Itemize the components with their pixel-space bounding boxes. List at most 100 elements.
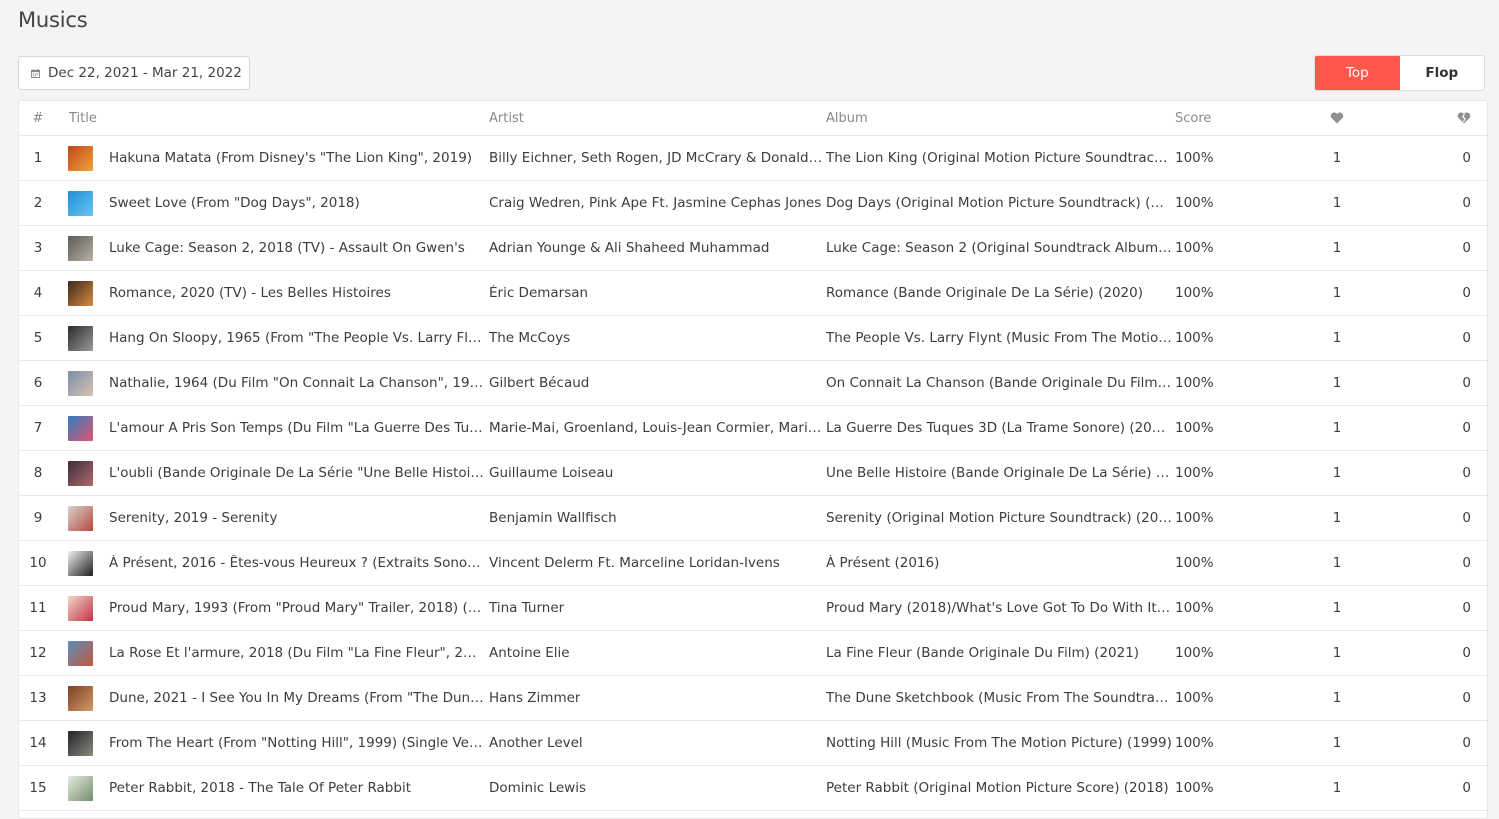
- row-number: 2: [33, 195, 43, 211]
- album-thumbnail: [68, 136, 94, 180]
- table-row[interactable]: 1 Hakuna Matata (From Disney's "The Lion …: [19, 136, 1487, 181]
- album-thumbnail: [68, 586, 94, 630]
- track-dislikes: 0: [1462, 690, 1471, 706]
- track-artist: Vincent Delerm Ft. Marceline Loridan-Ive…: [489, 555, 780, 571]
- track-artist: The McCoys: [489, 330, 571, 346]
- track-score: 100%: [1175, 465, 1214, 481]
- broken-heart-icon: [1457, 112, 1471, 124]
- track-dislikes: 0: [1462, 465, 1471, 481]
- track-dislikes: 0: [1462, 735, 1471, 751]
- flop-button[interactable]: Flop: [1400, 56, 1485, 90]
- track-artist: Gilbert Bécaud: [489, 375, 590, 391]
- track-album: On Connait La Chanson (Bande Originale D…: [826, 375, 1172, 391]
- header-likes[interactable]: [1309, 101, 1365, 135]
- table-row[interactable]: 6 Nathalie, 1964 (Du Film "On Connait La …: [19, 361, 1487, 406]
- track-title[interactable]: L'oubli (Bande Originale De La Série "Un…: [109, 451, 485, 495]
- track-title[interactable]: Sweet Love (From "Dog Days", 2018): [109, 181, 485, 225]
- row-number: 9: [33, 510, 43, 526]
- calendar-icon: [31, 68, 40, 78]
- track-score: 100%: [1175, 555, 1214, 571]
- table-row[interactable]: 3 Luke Cage: Season 2, 2018 (TV) - Assaul…: [19, 226, 1487, 271]
- row-number: 5: [33, 330, 43, 346]
- header-album[interactable]: Album: [826, 101, 1172, 135]
- track-likes: 1: [1332, 330, 1342, 346]
- album-thumbnail: [68, 361, 94, 405]
- track-artist: Another Level: [489, 735, 583, 751]
- track-title[interactable]: Luke Cage: Season 2, 2018 (TV) - Assault…: [109, 226, 485, 270]
- track-title[interactable]: Hang On Sloopy, 1965 (From "The People V…: [109, 316, 485, 360]
- header-artist[interactable]: Artist: [489, 101, 825, 135]
- track-title[interactable]: From The Heart (From "Notting Hill", 199…: [109, 721, 485, 765]
- album-thumbnail: [68, 541, 94, 585]
- track-score: 100%: [1175, 240, 1214, 256]
- track-score: 100%: [1175, 690, 1214, 706]
- top-flop-toggle: Top Flop: [1314, 55, 1485, 91]
- track-score: 100%: [1175, 645, 1214, 661]
- track-likes: 1: [1332, 420, 1342, 436]
- table-row[interactable]: 11 Proud Mary, 1993 (From "Proud Mary" Tr…: [19, 586, 1487, 631]
- table-row[interactable]: 7 L'amour A Pris Son Temps (Du Film "La G…: [19, 406, 1487, 451]
- track-album: The People Vs. Larry Flynt (Music From T…: [826, 330, 1172, 346]
- header-number[interactable]: #: [19, 101, 57, 135]
- header-title[interactable]: Title: [69, 101, 369, 135]
- row-number: 13: [29, 690, 47, 706]
- track-score: 100%: [1175, 510, 1214, 526]
- track-likes: 1: [1332, 735, 1342, 751]
- header-dislikes[interactable]: [1399, 101, 1471, 135]
- row-number: 11: [29, 600, 47, 616]
- album-thumbnail: [68, 721, 94, 765]
- track-album: Serenity (Original Motion Picture Soundt…: [826, 510, 1172, 526]
- table-row[interactable]: 5 Hang On Sloopy, 1965 (From "The People …: [19, 316, 1487, 361]
- table-row[interactable]: 10 À Présent, 2016 - Êtes-vous Heureux ? …: [19, 541, 1487, 586]
- track-artist: Hans Zimmer: [489, 690, 581, 706]
- row-number: 1: [33, 150, 43, 166]
- row-number: 14: [29, 735, 47, 751]
- track-score: 100%: [1175, 375, 1214, 391]
- track-artist: Dominic Lewis: [489, 780, 586, 796]
- track-title[interactable]: La Rose Et l'armure, 2018 (Du Film "La F…: [109, 631, 485, 675]
- track-score: 100%: [1175, 285, 1214, 301]
- date-range-picker[interactable]: Dec 22, 2021 - Mar 21, 2022: [18, 56, 250, 90]
- track-title[interactable]: À Présent, 2016 - Êtes-vous Heureux ? (E…: [109, 541, 485, 585]
- table-row[interactable]: 12 La Rose Et l'armure, 2018 (Du Film "La…: [19, 631, 1487, 676]
- track-title[interactable]: Serenity, 2019 - Serenity: [109, 496, 485, 540]
- row-number: 3: [33, 240, 43, 256]
- page-title: Musics: [18, 8, 88, 32]
- track-album: À Présent (2016): [826, 555, 940, 571]
- track-title[interactable]: Hakuna Matata (From Disney's "The Lion K…: [109, 136, 485, 180]
- track-dislikes: 0: [1462, 285, 1471, 301]
- track-likes: 1: [1332, 150, 1342, 166]
- track-score: 100%: [1175, 735, 1214, 751]
- track-score: 100%: [1175, 780, 1214, 796]
- album-thumbnail: [68, 766, 94, 810]
- header-score[interactable]: Score: [1175, 101, 1265, 135]
- table-row[interactable]: 4 Romance, 2020 (TV) - Les Belles Histoir…: [19, 271, 1487, 316]
- table-row[interactable]: 13 Dune, 2021 - I See You In My Dreams (F…: [19, 676, 1487, 721]
- track-likes: 1: [1332, 240, 1342, 256]
- track-dislikes: 0: [1462, 510, 1471, 526]
- table-row[interactable]: 8 L'oubli (Bande Originale De La Série "U…: [19, 451, 1487, 496]
- track-title[interactable]: L'amour A Pris Son Temps (Du Film "La Gu…: [109, 406, 485, 450]
- table-row[interactable]: 2 Sweet Love (From "Dog Days", 2018) Craig…: [19, 181, 1487, 226]
- track-title[interactable]: Proud Mary, 1993 (From "Proud Mary" Trai…: [109, 586, 485, 630]
- top-button[interactable]: Top: [1315, 56, 1400, 90]
- track-likes: 1: [1332, 465, 1342, 481]
- table-row[interactable]: 9 Serenity, 2019 - Serenity Benjamin Wallf…: [19, 496, 1487, 541]
- track-title[interactable]: Nathalie, 1964 (Du Film "On Connait La C…: [109, 361, 485, 405]
- track-artist: Adrian Younge & Ali Shaheed Muhammad: [489, 240, 770, 256]
- track-title[interactable]: Dune, 2021 - I See You In My Dreams (Fro…: [109, 676, 485, 720]
- track-title[interactable]: Peter Rabbit, 2018 - The Tale Of Peter R…: [109, 766, 485, 810]
- album-thumbnail: [68, 271, 94, 315]
- table-header: # Title Artist Album Score: [19, 101, 1487, 136]
- table-row[interactable]: 15 Peter Rabbit, 2018 - The Tale Of Peter…: [19, 766, 1487, 811]
- track-title[interactable]: Romance, 2020 (TV) - Les Belles Histoire…: [109, 271, 485, 315]
- track-dislikes: 0: [1462, 645, 1471, 661]
- track-album: La Guerre Des Tuques 3D (La Trame Sonore…: [826, 420, 1172, 436]
- track-album: Proud Mary (2018)/What's Love Got To Do …: [826, 600, 1172, 616]
- track-dislikes: 0: [1462, 780, 1471, 796]
- track-dislikes: 0: [1462, 150, 1471, 166]
- track-score: 100%: [1175, 330, 1214, 346]
- album-thumbnail: [68, 406, 94, 450]
- track-artist: Antoine Elie: [489, 645, 570, 661]
- table-row[interactable]: 14 From The Heart (From "Notting Hill", 1…: [19, 721, 1487, 766]
